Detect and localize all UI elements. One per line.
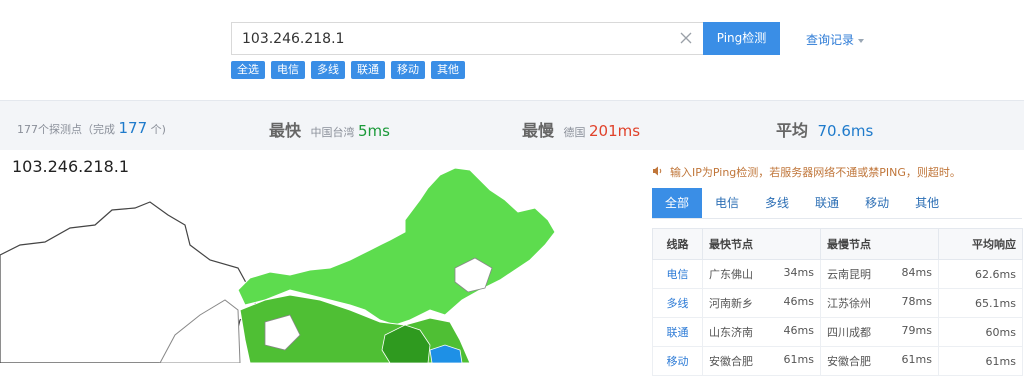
speaker-icon <box>653 166 662 176</box>
row-slowest: 四川成都 79ms <box>820 317 939 347</box>
fast-ms: 61ms <box>783 353 814 366</box>
row-average: 62.6ms <box>938 259 1023 289</box>
average-value: 70.6ms <box>817 122 874 140</box>
clear-icon[interactable] <box>677 29 695 47</box>
table-row: 联通 山东济南 46ms 四川成都 79ms 60ms <box>652 317 1023 347</box>
fast-ms: 34ms <box>783 266 814 279</box>
row-average: 65.1ms <box>938 288 1023 318</box>
search-box <box>231 22 703 55</box>
fastest-label: 最快 <box>269 121 302 140</box>
filter-telecom[interactable]: 电信 <box>271 61 305 79</box>
result-table: 线路 最快节点 最慢节点 平均响应 电信 广东佛山 34ms 云南昆明 84ms 6… <box>652 228 1023 376</box>
ip-search-input[interactable] <box>242 23 662 54</box>
filter-unicom[interactable]: 联通 <box>351 61 385 79</box>
china-map <box>0 167 556 363</box>
table-header-row: 线路 最快节点 最慢节点 平均响应 <box>652 228 1023 260</box>
fast-ms: 46ms <box>783 295 814 308</box>
slow-node: 安徽合肥 <box>827 355 871 368</box>
tab-multiline[interactable]: 多线 <box>752 188 802 218</box>
latency-map: 103.246.218.1 <box>0 150 650 363</box>
filter-other[interactable]: 其他 <box>431 61 465 79</box>
table-row: 多线 河南新乡 46ms 江苏徐州 78ms 65.1ms <box>652 288 1023 318</box>
row-average: 61ms <box>938 346 1023 376</box>
notice-label: 输入IP为Ping检测，若服务器网络不通或禁PING，则超时。 <box>670 166 961 179</box>
table-row: 移动 安徽合肥 61ms 安徽合肥 61ms 61ms <box>652 346 1023 376</box>
map-ip-title: 103.246.218.1 <box>12 157 130 176</box>
slow-ms: 79ms <box>901 324 932 337</box>
row-fastest: 广东佛山 34ms <box>702 259 821 289</box>
node-count: 177个探测点（完成 177 个) <box>17 119 166 137</box>
tab-other[interactable]: 其他 <box>902 188 952 218</box>
row-slowest: 江苏徐州 78ms <box>820 288 939 318</box>
line-filter-row: 全选 电信 多线 联通 移动 其他 <box>231 61 465 79</box>
stats-bar: 177个探测点（完成 177 个) 最快 中国台湾 5ms 最慢 德国 201m… <box>0 100 1024 150</box>
slowest-label: 最慢 <box>522 121 555 140</box>
query-history-label: 查询记录 <box>806 33 855 47</box>
node-count-suffix: 个) <box>150 123 166 136</box>
slow-ms: 84ms <box>901 266 932 279</box>
query-history-dropdown[interactable]: 查询记录 <box>806 31 865 48</box>
notice-text: 输入IP为Ping检测，若服务器网络不通或禁PING，则超时。 <box>652 164 961 180</box>
row-slowest: 安徽合肥 61ms <box>820 346 939 376</box>
slow-node: 云南昆明 <box>827 268 871 281</box>
fast-node: 山东济南 <box>709 326 753 339</box>
table-row: 电信 广东佛山 34ms 云南昆明 84ms 62.6ms <box>652 259 1023 289</box>
fast-node: 安徽合肥 <box>709 355 753 368</box>
header-fastest: 最快节点 <box>702 228 821 260</box>
row-line-link[interactable]: 多线 <box>652 288 703 318</box>
ping-check-button[interactable]: Ping检测 <box>703 22 780 55</box>
slow-ms: 78ms <box>901 295 932 308</box>
fastest-location: 中国台湾 <box>310 126 355 139</box>
fast-node: 河南新乡 <box>709 297 753 310</box>
slow-node: 四川成都 <box>827 326 871 339</box>
fast-node: 广东佛山 <box>709 268 753 281</box>
caret-down-icon <box>858 38 865 43</box>
fast-ms: 46ms <box>783 324 814 337</box>
row-fastest: 山东济南 46ms <box>702 317 821 347</box>
tab-all[interactable]: 全部 <box>652 188 703 218</box>
row-line-link[interactable]: 联通 <box>652 317 703 347</box>
tab-unicom[interactable]: 联通 <box>802 188 852 218</box>
row-line-link[interactable]: 移动 <box>652 346 703 376</box>
header-line: 线路 <box>652 228 703 260</box>
header-average: 平均响应 <box>938 228 1023 260</box>
average-label: 平均 <box>776 121 809 140</box>
filter-select-all[interactable]: 全选 <box>231 61 265 79</box>
row-fastest: 安徽合肥 61ms <box>702 346 821 376</box>
slowest-location: 德国 <box>563 126 586 139</box>
node-count-value: 177 <box>118 119 148 137</box>
tab-mobile[interactable]: 移动 <box>852 188 902 218</box>
filter-multiline[interactable]: 多线 <box>311 61 345 79</box>
slowest-value: 201ms <box>589 122 641 140</box>
row-line-link[interactable]: 电信 <box>652 259 703 289</box>
fastest-value: 5ms <box>358 122 390 140</box>
slow-node: 江苏徐州 <box>827 297 871 310</box>
slow-ms: 61ms <box>901 353 932 366</box>
header-slowest: 最慢节点 <box>820 228 939 260</box>
line-tabs: 全部 电信 多线 联通 移动 其他 <box>652 188 1022 219</box>
row-fastest: 河南新乡 46ms <box>702 288 821 318</box>
slowest-stat: 最慢 德国 201ms <box>522 117 640 141</box>
tab-telecom[interactable]: 电信 <box>702 188 752 218</box>
node-count-prefix: 177个探测点（完成 <box>17 123 115 136</box>
fastest-stat: 最快 中国台湾 5ms <box>269 117 390 141</box>
average-stat: 平均 70.6ms <box>776 117 873 141</box>
filter-mobile[interactable]: 移动 <box>391 61 425 79</box>
row-slowest: 云南昆明 84ms <box>820 259 939 289</box>
search-area: Ping检测 查询记录 全选 电信 多线 联通 移动 其他 <box>0 0 1024 100</box>
row-average: 60ms <box>938 317 1023 347</box>
